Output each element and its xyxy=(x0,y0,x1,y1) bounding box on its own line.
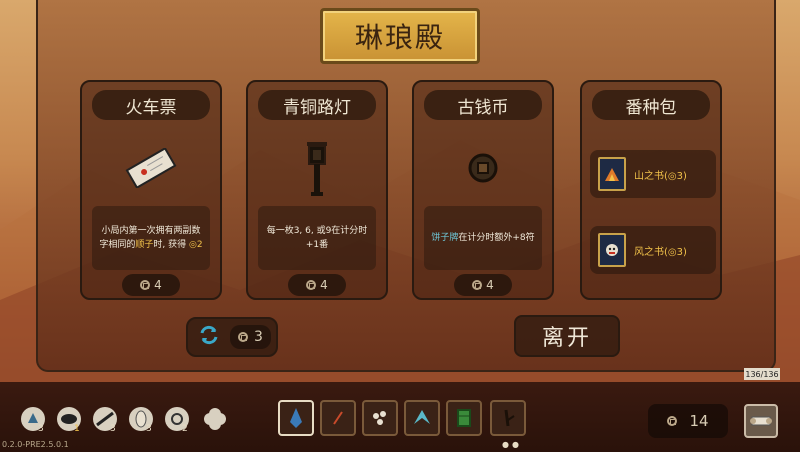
tile-slot-3[interactable] xyxy=(362,400,398,436)
coin-icon xyxy=(667,416,678,426)
charm-count: 3 xyxy=(38,424,44,434)
card-price: 4 xyxy=(454,274,512,296)
tile-slot-4[interactable] xyxy=(404,400,440,436)
refresh-icon xyxy=(198,324,220,350)
card-price: 4 xyxy=(122,274,180,296)
refresh-button[interactable]: 3 xyxy=(186,317,278,357)
coin-icon xyxy=(472,280,483,290)
wind-book-icon xyxy=(598,233,626,267)
charm-count: 3 xyxy=(110,424,116,434)
coin-icon xyxy=(306,280,317,290)
tile-slot-2[interactable] xyxy=(320,400,356,436)
shop-card-train-ticket[interactable]: 火车票 小局内第一次拥有两副数字相同的顺子时, 获得 ◎2 4 xyxy=(80,80,222,300)
tile-slot-5[interactable] xyxy=(446,400,482,436)
money-display: 14 xyxy=(648,404,728,438)
card-name: 古钱币 xyxy=(424,90,542,120)
train-ticket-icon xyxy=(82,128,220,208)
card-price: 4 xyxy=(288,274,346,296)
card-name: 火车票 xyxy=(92,90,210,120)
scroll-icon xyxy=(750,416,772,426)
bronze-lamp-icon xyxy=(248,128,386,208)
tile-slot-6[interactable] xyxy=(490,400,526,436)
pack-item-mountain-book[interactable]: 山之书(◎3) xyxy=(590,150,716,198)
refresh-cost: 3 xyxy=(230,325,271,349)
tile-slot-1[interactable] xyxy=(278,400,314,436)
card-name: 番种包 xyxy=(592,90,710,120)
shop-card-ancient-coin[interactable]: 古钱币 饼子牌在计分时额外+8符 4 xyxy=(412,80,554,300)
deck-count: 136/136 xyxy=(744,368,780,380)
pack-item-wind-book[interactable]: 风之书(◎3) xyxy=(590,226,716,274)
leave-button[interactable]: 离开 xyxy=(514,315,620,357)
version-text: 0.2.0-PRE2.5.0.1 xyxy=(2,440,69,449)
card-description: 小局内第一次拥有两副数字相同的顺子时, 获得 ◎2 xyxy=(92,206,210,270)
charm-count: 1 xyxy=(74,424,80,434)
card-description: 饼子牌在计分时额外+8符 xyxy=(424,206,542,270)
charm-count: 3 xyxy=(146,424,152,434)
coin-icon xyxy=(238,332,248,342)
more-dots-icon: ●● xyxy=(502,440,522,449)
shop-card-fan-pack: 番种包 山之书(◎3) 风之书(◎3) xyxy=(580,80,722,300)
mountain-book-icon xyxy=(598,157,626,191)
coin-icon xyxy=(140,280,151,290)
ancient-coin-icon xyxy=(414,128,552,208)
shop-title: 琳琅殿 xyxy=(320,8,480,64)
menu-button[interactable] xyxy=(744,404,778,438)
charm-slot-empty[interactable] xyxy=(200,404,230,434)
card-description: 每一枚3, 6, 或9在计分时+1番 xyxy=(258,206,376,270)
shop-card-bronze-lamp[interactable]: 青铜路灯 每一枚3, 6, 或9在计分时+1番 4 xyxy=(246,80,388,300)
charm-count: 2 xyxy=(182,424,188,434)
card-name: 青铜路灯 xyxy=(258,90,376,120)
